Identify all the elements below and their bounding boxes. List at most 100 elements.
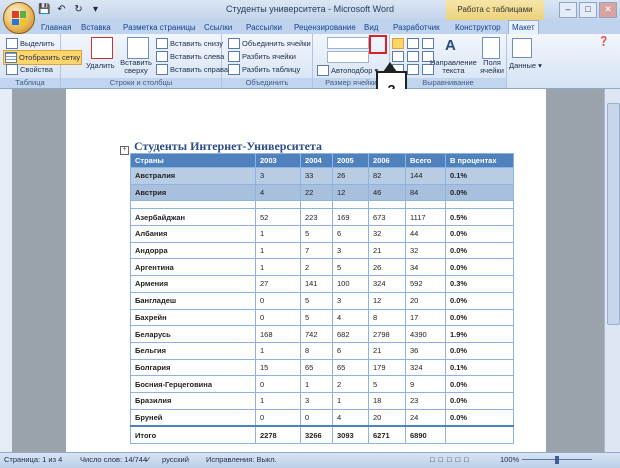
value-cell[interactable]: 3 bbox=[332, 291, 369, 310]
country-cell[interactable]: Азербайджан bbox=[130, 208, 256, 227]
track-changes-status[interactable]: Исправления: Выкл. bbox=[206, 455, 277, 464]
value-cell[interactable]: 82 bbox=[368, 167, 406, 185]
split-cells-button[interactable]: Разбить ячейки bbox=[228, 51, 296, 62]
value-cell[interactable]: 1117 bbox=[405, 208, 446, 227]
total-cell[interactable]: 6890 bbox=[405, 425, 446, 445]
tab-page-layout[interactable]: Разметка страницы bbox=[120, 22, 199, 34]
value-cell[interactable]: 1 bbox=[255, 241, 301, 260]
country-cell[interactable]: Босния-Герцеговина bbox=[130, 375, 256, 393]
word-count[interactable]: Число слов: 14/744 bbox=[80, 455, 147, 464]
scrollbar-thumb[interactable] bbox=[607, 103, 620, 325]
total-cell[interactable] bbox=[445, 425, 514, 445]
total-cell[interactable]: 3093 bbox=[332, 425, 369, 445]
tab-layout[interactable]: Макет bbox=[508, 20, 539, 35]
country-cell[interactable]: Австралия bbox=[130, 167, 256, 185]
empty-cell[interactable] bbox=[405, 200, 446, 210]
value-cell[interactable]: 20 bbox=[405, 291, 446, 310]
value-cell[interactable]: 24 bbox=[405, 408, 446, 427]
value-cell[interactable]: 5 bbox=[300, 225, 333, 243]
country-cell[interactable]: Австрия bbox=[130, 183, 256, 202]
value-cell[interactable]: 6 bbox=[332, 341, 369, 360]
value-cell[interactable]: 742 bbox=[300, 325, 333, 343]
value-cell[interactable]: 84 bbox=[405, 183, 446, 202]
split-table-button[interactable]: Разбить таблицу bbox=[228, 64, 300, 75]
value-cell[interactable]: 5 bbox=[332, 258, 369, 277]
tab-developer[interactable]: Разработчик bbox=[390, 22, 443, 34]
value-cell[interactable]: 169 bbox=[332, 208, 369, 227]
value-cell[interactable]: 4390 bbox=[405, 325, 446, 343]
value-cell[interactable]: 21 bbox=[368, 341, 406, 360]
text-direction-icon[interactable]: A bbox=[445, 37, 465, 57]
country-cell[interactable]: Бангладеш bbox=[130, 291, 256, 310]
country-cell[interactable]: Албания bbox=[130, 225, 256, 243]
value-cell[interactable]: 26 bbox=[332, 167, 369, 185]
data-table[interactable]: Страны 2003 2004 2005 2006 Всего В проце… bbox=[130, 153, 514, 445]
value-cell[interactable]: 3 bbox=[332, 241, 369, 260]
value-cell[interactable]: 673 bbox=[368, 208, 406, 227]
align-bottom-center-icon[interactable] bbox=[407, 64, 419, 75]
view-buttons[interactable]: □□□□□ bbox=[430, 455, 473, 464]
value-cell[interactable]: 324 bbox=[368, 275, 406, 293]
value-cell[interactable]: 3 bbox=[300, 391, 333, 410]
value-cell[interactable]: 179 bbox=[368, 358, 406, 377]
empty-cell[interactable] bbox=[130, 200, 256, 210]
delete-button[interactable]: Удалить bbox=[86, 61, 115, 70]
empty-cell[interactable] bbox=[255, 200, 301, 210]
zoom-level[interactable]: 100% bbox=[500, 455, 519, 464]
country-cell[interactable]: Бразилия bbox=[130, 391, 256, 410]
country-cell[interactable]: Бруней bbox=[130, 408, 256, 427]
align-center-left-icon[interactable] bbox=[392, 51, 404, 62]
header-cell[interactable]: 2005 bbox=[332, 153, 369, 168]
value-cell[interactable]: 1 bbox=[255, 341, 301, 360]
value-cell[interactable]: 223 bbox=[300, 208, 333, 227]
align-center-icon[interactable] bbox=[407, 51, 419, 62]
help-icon[interactable]: ❓ bbox=[598, 36, 609, 47]
value-cell[interactable]: 1 bbox=[255, 258, 301, 277]
total-cell[interactable]: 2278 bbox=[255, 425, 301, 445]
data-icon[interactable] bbox=[512, 38, 532, 58]
insert-above-icon[interactable] bbox=[127, 37, 149, 59]
language-indicator[interactable]: русский bbox=[162, 455, 189, 464]
value-cell[interactable]: 18 bbox=[368, 391, 406, 410]
value-cell[interactable]: 1 bbox=[255, 391, 301, 410]
row-height-spinner[interactable] bbox=[327, 37, 369, 49]
country-cell[interactable]: Аргентина bbox=[130, 258, 256, 277]
value-cell[interactable]: 0.1% bbox=[445, 167, 514, 185]
value-cell[interactable]: 0.0% bbox=[445, 408, 514, 427]
value-cell[interactable]: 33 bbox=[300, 167, 333, 185]
value-cell[interactable]: 23 bbox=[405, 391, 446, 410]
value-cell[interactable]: 4 bbox=[332, 408, 369, 427]
value-cell[interactable]: 0.0% bbox=[445, 375, 514, 393]
value-cell[interactable]: 682 bbox=[332, 325, 369, 343]
close-button[interactable]: ✕ bbox=[599, 2, 617, 18]
tab-review[interactable]: Рецензирование bbox=[291, 22, 359, 34]
tab-design[interactable]: Конструктор bbox=[452, 22, 504, 34]
value-cell[interactable]: 26 bbox=[368, 258, 406, 277]
value-cell[interactable]: 0.0% bbox=[445, 183, 514, 202]
value-cell[interactable]: 27 bbox=[255, 275, 301, 293]
value-cell[interactable]: 0.0% bbox=[445, 308, 514, 327]
value-cell[interactable]: 1 bbox=[255, 225, 301, 243]
country-cell[interactable]: Бельгия bbox=[130, 341, 256, 360]
cell-margins-icon[interactable] bbox=[482, 37, 500, 59]
tab-references[interactable]: Ссылки bbox=[201, 22, 235, 34]
tab-view[interactable]: Вид bbox=[361, 22, 381, 34]
value-cell[interactable]: 46 bbox=[368, 183, 406, 202]
empty-cell[interactable] bbox=[300, 200, 333, 210]
country-cell[interactable]: Беларусь bbox=[130, 325, 256, 343]
value-cell[interactable]: 5 bbox=[368, 375, 406, 393]
value-cell[interactable]: 65 bbox=[300, 358, 333, 377]
country-cell[interactable]: Бахрейн bbox=[130, 308, 256, 327]
text-direction-button[interactable]: Направление текста bbox=[430, 59, 477, 75]
properties-button[interactable]: Свойства bbox=[6, 64, 53, 75]
value-cell[interactable]: 0.1% bbox=[445, 358, 514, 377]
value-cell[interactable]: 17 bbox=[405, 308, 446, 327]
total-cell[interactable]: Итого bbox=[130, 425, 256, 445]
insert-left-button[interactable]: Вставить слева bbox=[156, 51, 224, 62]
total-cell[interactable]: 3266 bbox=[300, 425, 333, 445]
value-cell[interactable]: 32 bbox=[368, 225, 406, 243]
value-cell[interactable]: 4 bbox=[332, 308, 369, 327]
value-cell[interactable]: 7 bbox=[300, 241, 333, 260]
value-cell[interactable]: 168 bbox=[255, 325, 301, 343]
insert-above-button[interactable]: Вставить сверху bbox=[119, 59, 153, 75]
